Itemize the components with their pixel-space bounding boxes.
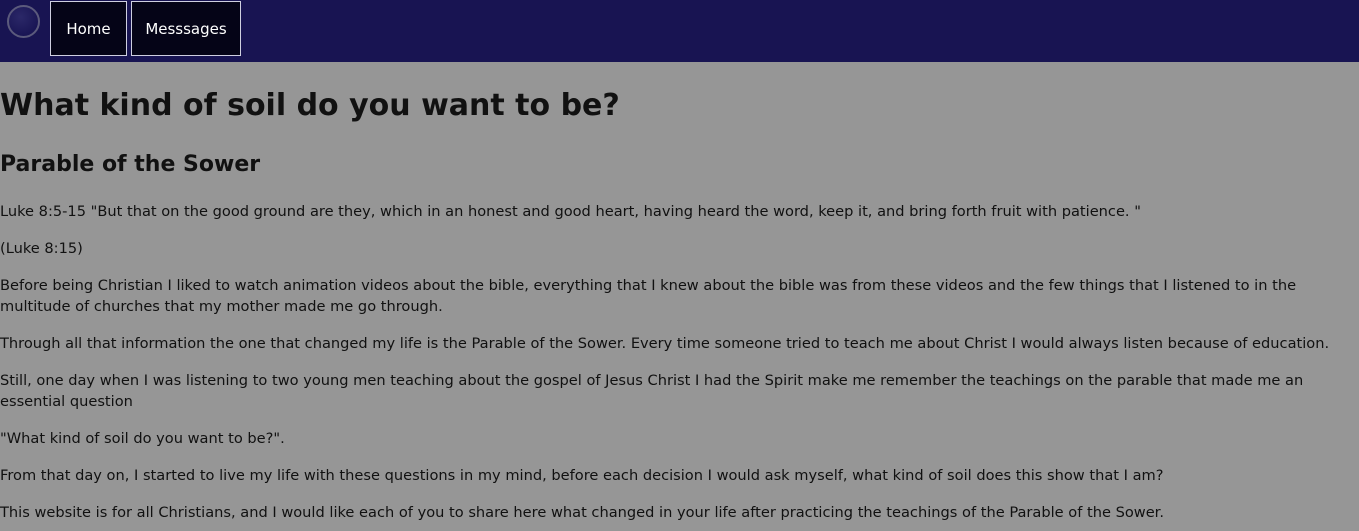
page-subtitle: Parable of the Sower [0,152,261,177]
paragraph-changed-life: Through all that information the one tha… [0,335,1330,352]
circle-logo-icon[interactable] [7,5,40,38]
page-title: What kind of soil do you want to be? [0,88,620,123]
nav-messages-button[interactable]: Messsages [131,1,241,56]
paragraph-website-purpose: This website is for all Christians, and … [0,504,1164,521]
paragraph-one-day: Still, one day when I was listening to t… [0,372,1304,410]
paragraph-scripture: Luke 8:5-15 "But that on the good ground… [0,203,1141,220]
nav-home-button[interactable]: Home [50,1,127,56]
paragraph-question: "What kind of soil do you want to be?". [0,430,285,447]
paragraph-from-that-day: From that day on, I started to live my l… [0,467,1164,484]
paragraph-before-christian: Before being Christian I liked to watch … [0,277,1297,315]
top-navigation-bar: Home Messsages [0,0,1359,62]
paragraph-reference: (Luke 8:15) [0,240,83,257]
